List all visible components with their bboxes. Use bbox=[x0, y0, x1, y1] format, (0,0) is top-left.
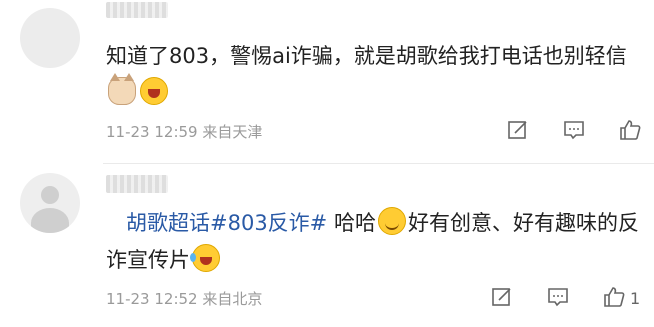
divider bbox=[103, 163, 654, 164]
thumbs-up-icon bbox=[620, 120, 641, 140]
comment-body: 知道了803，警惕ai诈骗，就是胡歌给我打电话也别轻信 bbox=[106, 44, 627, 68]
thumbs-up-icon bbox=[604, 287, 625, 307]
comment-meta: 11-23 12:52 来自北京 bbox=[106, 288, 262, 309]
avatar[interactable] bbox=[20, 173, 80, 233]
comment-icon bbox=[564, 121, 584, 140]
default-avatar-body bbox=[31, 208, 69, 233]
cat-face-emoji bbox=[108, 73, 136, 105]
timestamp: 11-23 12:59 bbox=[106, 123, 198, 141]
edit-icon bbox=[492, 288, 511, 306]
topic-link[interactable]: 胡歌超话#803反诈# bbox=[126, 211, 327, 235]
username-blurred[interactable] bbox=[106, 175, 168, 193]
username-blurred[interactable] bbox=[106, 2, 168, 18]
comment-text: 知道了803，警惕ai诈骗，就是胡歌给我打电话也别轻信 bbox=[106, 38, 646, 112]
laughing-emoji bbox=[140, 77, 168, 105]
location: 来自天津 bbox=[202, 123, 263, 141]
comment-item: 知道了803，警惕ai诈骗，就是胡歌给我打电话也别轻信 11-23 12:59 … bbox=[0, 0, 654, 163]
comment-icon bbox=[548, 288, 568, 307]
smile-emoji bbox=[377, 207, 406, 235]
like-count: 1 bbox=[630, 289, 641, 308]
edit-icon bbox=[508, 121, 527, 139]
comment-body: 哈哈 bbox=[333, 211, 376, 235]
edit-button[interactable] bbox=[506, 118, 534, 146]
edit-button[interactable] bbox=[490, 285, 518, 313]
location: 来自北京 bbox=[202, 290, 263, 308]
comment-meta: 11-23 12:59 来自天津 bbox=[106, 121, 262, 142]
like-button[interactable]: 1 bbox=[602, 285, 640, 313]
reply-button[interactable] bbox=[562, 118, 590, 146]
timestamp: 11-23 12:52 bbox=[106, 290, 198, 308]
comment-item: 胡歌超话#803反诈# 哈哈 好有创意、好有趣味的反诈宣传片 11-23 12:5… bbox=[0, 165, 654, 327]
reply-button[interactable] bbox=[546, 285, 574, 313]
default-avatar-head bbox=[41, 186, 59, 204]
avatar[interactable] bbox=[20, 8, 80, 68]
comment-text: 胡歌超话#803反诈# 哈哈 好有创意、好有趣味的反诈宣传片 bbox=[106, 205, 646, 279]
like-button[interactable] bbox=[618, 118, 646, 146]
tears-of-joy-emoji bbox=[190, 244, 220, 272]
